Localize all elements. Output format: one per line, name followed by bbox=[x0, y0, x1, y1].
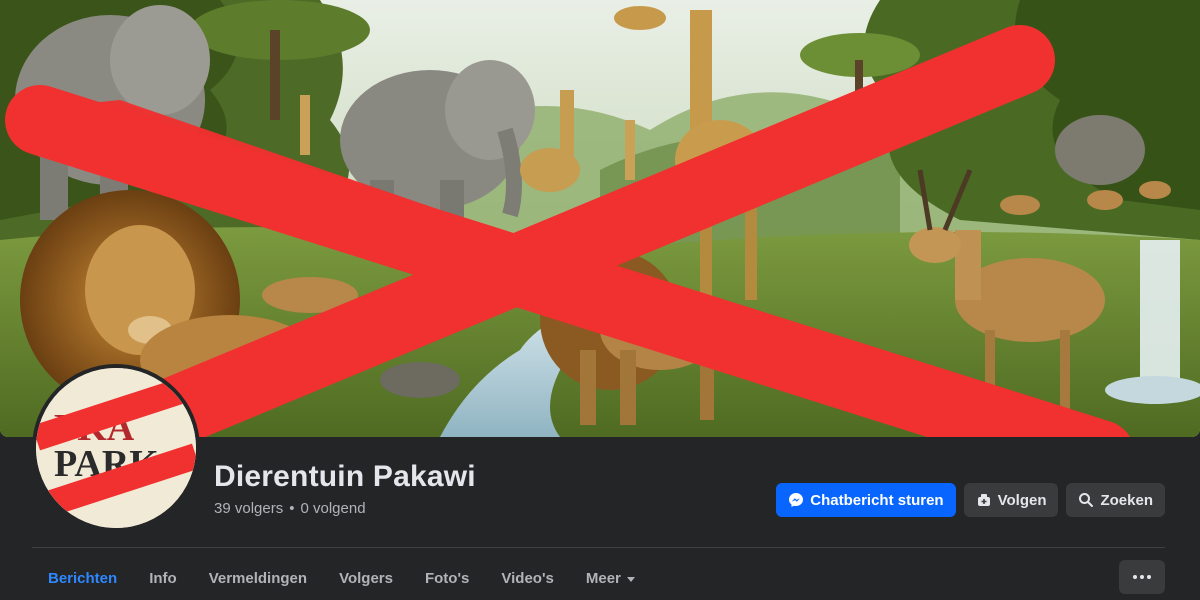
profile-picture[interactable]: PKA PARK bbox=[32, 364, 200, 532]
follow-label: Volgen bbox=[997, 491, 1047, 509]
page-stats: 39 volgers • 0 volgend bbox=[214, 500, 366, 517]
following-count[interactable]: 0 volgend bbox=[300, 500, 365, 517]
messenger-icon bbox=[789, 493, 804, 507]
tab-label: Video's bbox=[501, 569, 554, 587]
more-options-button[interactable] bbox=[1119, 560, 1165, 594]
tab-volgers[interactable]: Volgers bbox=[323, 560, 409, 596]
follow-button[interactable]: Volgen bbox=[963, 483, 1059, 517]
tab-vermeldingen[interactable]: Vermeldingen bbox=[193, 560, 323, 596]
search-icon bbox=[1079, 493, 1094, 507]
more-dots-icon bbox=[1132, 575, 1153, 579]
page-actions: Chatbericht sturen Volgen Zoeken bbox=[776, 483, 1165, 517]
tab-label: Info bbox=[149, 569, 177, 587]
followers-count[interactable]: 39 volgers bbox=[214, 500, 283, 517]
page-title: Dierentuin Pakawi bbox=[214, 460, 476, 493]
stats-separator: • bbox=[289, 500, 295, 517]
follow-icon bbox=[977, 494, 990, 506]
tab-label: Meer bbox=[585, 569, 621, 587]
tab-label: Vermeldingen bbox=[208, 569, 308, 587]
header-divider bbox=[32, 547, 1165, 548]
send-message-label: Chatbericht sturen bbox=[810, 491, 944, 509]
caret-down-icon bbox=[626, 576, 635, 582]
logo-graphic: PKA PARK bbox=[36, 368, 196, 528]
tab-fotos[interactable]: Foto's bbox=[409, 560, 485, 596]
tab-meer[interactable]: Meer bbox=[570, 560, 651, 596]
search-label: Zoeken bbox=[1100, 491, 1153, 509]
logo: PKA PARK bbox=[36, 368, 196, 528]
send-message-button[interactable]: Chatbericht sturen bbox=[776, 483, 956, 517]
tab-videos[interactable]: Video's bbox=[485, 560, 569, 596]
tab-label: Foto's bbox=[424, 569, 470, 587]
facebook-page-header: PKA PARK Dierentuin Pakawi 39 volgers • … bbox=[0, 0, 1200, 600]
search-button[interactable]: Zoeken bbox=[1066, 483, 1165, 517]
tab-info[interactable]: Info bbox=[133, 560, 193, 596]
page-tabs: Berichten Info Vermeldingen Volgers Foto… bbox=[32, 560, 651, 600]
tab-label: Berichten bbox=[48, 569, 118, 587]
tab-berichten[interactable]: Berichten bbox=[32, 560, 133, 596]
tab-label: Volgers bbox=[339, 569, 393, 587]
